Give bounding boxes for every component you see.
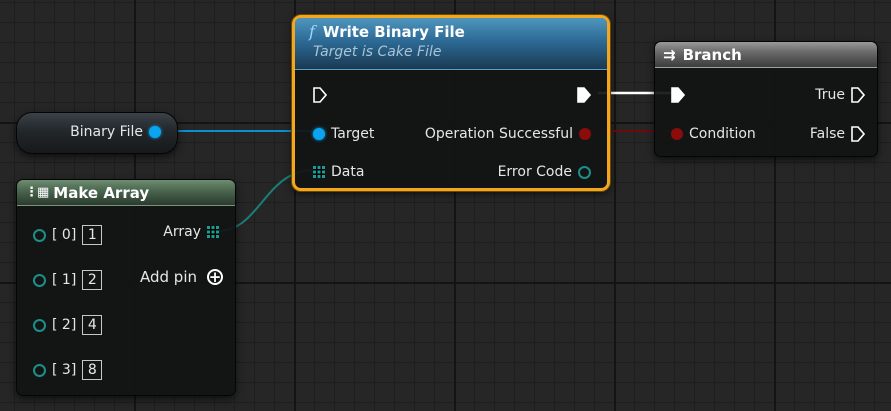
make-array-header[interactable]: ⋮▦ Make Array xyxy=(17,180,235,206)
condition-label: Condition xyxy=(689,126,756,142)
exec-out-row xyxy=(577,85,591,105)
error-code-pin[interactable] xyxy=(578,165,591,179)
binary-file-label: Binary File xyxy=(70,124,143,140)
function-icon: f xyxy=(309,22,315,41)
array-item-pin[interactable] xyxy=(33,318,46,332)
false-output-row: False xyxy=(810,124,865,144)
branch-exec-in-row xyxy=(671,85,685,105)
exec-in-pin[interactable] xyxy=(313,87,327,103)
target-label: Target xyxy=(331,126,375,142)
branch-node[interactable]: ⇉ Branch True Condition False xyxy=(654,41,878,157)
true-output-row: True xyxy=(815,85,865,105)
array-item-value-field[interactable]: 8 xyxy=(82,360,103,380)
add-pin-icon[interactable]: + xyxy=(207,269,223,285)
condition-pin[interactable] xyxy=(671,128,683,140)
true-exec-pin[interactable] xyxy=(851,87,865,103)
array-item-row: [ 0] 1 xyxy=(33,225,103,245)
true-label: True xyxy=(815,87,845,103)
data-label: Data xyxy=(331,164,365,180)
array-item-pin[interactable] xyxy=(33,228,46,242)
array-grid-icon[interactable] xyxy=(313,166,325,178)
operation-successful-label: Operation Successful xyxy=(424,126,573,142)
false-exec-pin[interactable] xyxy=(851,126,865,142)
array-item-row: [ 1] 2 xyxy=(33,270,103,290)
false-label: False xyxy=(809,126,845,142)
exec-out-pin[interactable] xyxy=(577,87,591,103)
branch-header[interactable]: ⇉ Branch xyxy=(655,42,877,68)
array-output-row: Array xyxy=(163,222,219,242)
make-array-title: Make Array xyxy=(53,183,150,202)
make-array-node[interactable]: ⋮▦ Make Array Array Add pin + [ 0] 1 [ 1… xyxy=(16,179,236,396)
branch-icon: ⇉ xyxy=(663,45,676,64)
branch-exec-in-pin[interactable] xyxy=(671,87,685,103)
write-binary-file-node[interactable]: f Write Binary File Target is Cake File … xyxy=(292,15,610,191)
array-item-value-field[interactable]: 2 xyxy=(82,270,103,290)
array-item-value-field[interactable]: 4 xyxy=(82,315,103,335)
target-pin[interactable] xyxy=(313,128,325,140)
error-code-label: Error Code xyxy=(497,164,572,180)
write-binary-file-header[interactable]: f Write Binary File Target is Cake File xyxy=(295,18,607,70)
array-item-value-field[interactable]: 1 xyxy=(82,225,103,245)
binary-file-output-row: Binary File xyxy=(70,122,161,142)
error-code-row: Error Code xyxy=(498,162,591,182)
add-pin-label: Add pin xyxy=(139,268,197,286)
data-input-row: Data xyxy=(313,162,364,182)
make-array-icon: ⋮▦ xyxy=(25,185,49,200)
array-item-index: [ 1] xyxy=(52,272,77,288)
binary-file-object-pin[interactable] xyxy=(149,126,161,138)
array-output-label: Array xyxy=(163,224,201,240)
exec-in-row xyxy=(313,85,327,105)
operation-successful-pin[interactable] xyxy=(579,128,591,140)
write-binary-file-subtitle: Target is Cake File xyxy=(313,44,442,60)
binary-file-variable-node[interactable]: Binary File xyxy=(16,112,178,154)
add-pin-button[interactable]: Add pin + xyxy=(140,267,223,287)
array-item-index: [ 0] xyxy=(52,227,77,243)
array-item-pin[interactable] xyxy=(33,363,46,377)
array-item-pin[interactable] xyxy=(33,273,46,287)
array-output-grid-icon[interactable] xyxy=(207,226,219,238)
array-item-row: [ 2] 4 xyxy=(33,315,103,335)
branch-title: Branch xyxy=(682,45,742,64)
operation-successful-row: Operation Successful xyxy=(425,124,591,144)
condition-input-row: Condition xyxy=(671,124,756,144)
target-input-row: Target xyxy=(313,124,374,144)
array-item-index: [ 2] xyxy=(52,317,77,333)
write-binary-file-title: Write Binary File xyxy=(322,22,465,41)
array-item-row: [ 3] 8 xyxy=(33,360,103,380)
array-item-index: [ 3] xyxy=(52,362,77,378)
